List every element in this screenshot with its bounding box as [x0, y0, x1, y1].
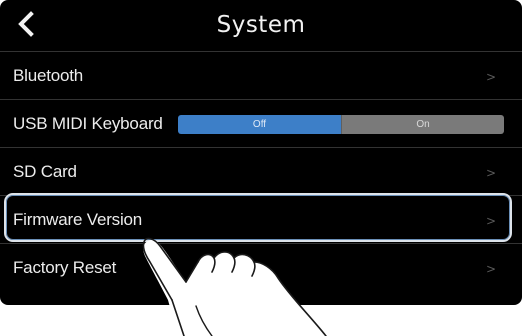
- device-screen: System Bluetooth > USB MIDI Keyboard Off…: [0, 0, 522, 305]
- toggle-option-off[interactable]: Off: [178, 115, 341, 134]
- page-title: System: [216, 12, 306, 38]
- menu-item-label: Bluetooth: [13, 66, 84, 85]
- menu-item-sd-card[interactable]: SD Card >: [0, 147, 522, 196]
- toggle-option-on[interactable]: On: [341, 115, 504, 134]
- chevron-right-icon: >: [485, 262, 496, 276]
- menu-item-firmware-version[interactable]: Firmware Version >: [0, 195, 522, 244]
- menu-item-label: Factory Reset: [13, 258, 117, 277]
- usb-midi-keyboard-toggle[interactable]: Off On: [178, 115, 504, 134]
- chevron-right-icon: >: [485, 70, 496, 84]
- menu-item-usb-midi-keyboard: USB MIDI Keyboard Off On: [0, 99, 522, 148]
- menu-item-label: USB MIDI Keyboard: [13, 114, 163, 133]
- menu-item-factory-reset[interactable]: Factory Reset >: [0, 243, 522, 292]
- menu-item-label: SD Card: [13, 162, 77, 181]
- chevron-right-icon: >: [485, 166, 496, 180]
- header-bar: System: [0, 0, 522, 51]
- chevron-right-icon: >: [485, 214, 496, 228]
- menu-item-label: Firmware Version: [13, 210, 143, 229]
- menu-item-bluetooth[interactable]: Bluetooth >: [0, 51, 522, 100]
